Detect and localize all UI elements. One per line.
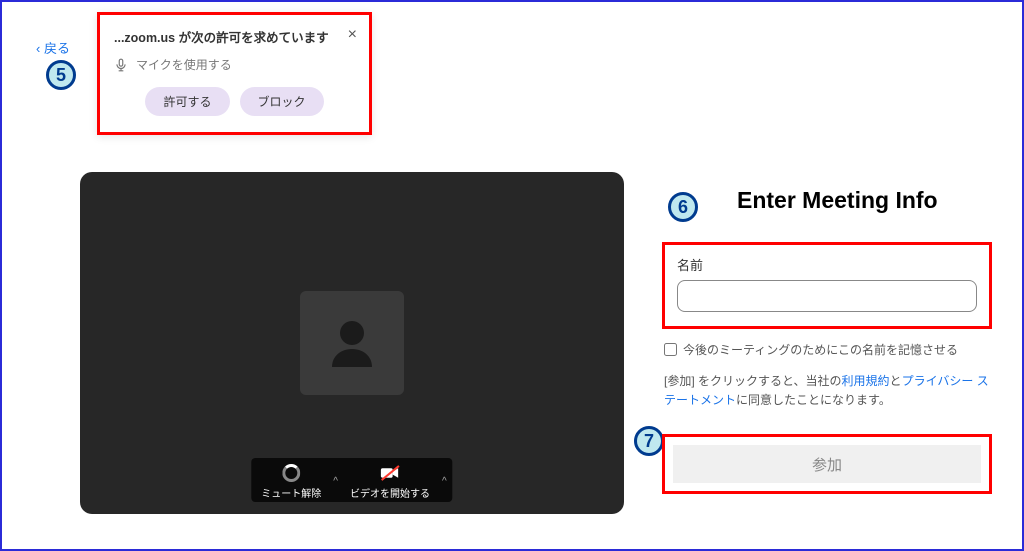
start-video-label: ビデオを開始する xyxy=(350,485,430,500)
meeting-info-panel: Enter Meeting Info 名前 今後のミーティングのためにこの名前を… xyxy=(662,187,992,494)
name-field-block: 名前 xyxy=(662,242,992,329)
permission-title: ...zoom.us が次の許可を求めています xyxy=(114,27,355,46)
chevron-up-icon[interactable]: ^ xyxy=(438,476,451,487)
person-icon xyxy=(320,311,384,375)
back-label: 戻る xyxy=(44,41,70,56)
step-badge-5: 5 xyxy=(46,60,76,90)
join-button[interactable]: 参加 xyxy=(673,445,981,483)
avatar-placeholder xyxy=(300,291,404,395)
back-link[interactable]: ‹ 戻る xyxy=(36,38,70,57)
video-toolbar: ミュート解除 ^ ビデオを開始する ^ xyxy=(251,458,452,502)
join-block: 参加 xyxy=(662,434,992,494)
terms-link[interactable]: 利用規約 xyxy=(842,374,890,388)
spinner-icon xyxy=(280,462,302,484)
permission-popup: × ...zoom.us が次の許可を求めています マイクを使用する 許可する … xyxy=(97,12,372,135)
remember-name-checkbox[interactable]: 今後のミーティングのためにこの名前を記憶させる xyxy=(662,341,992,358)
camera-off-icon xyxy=(379,462,401,484)
name-input[interactable] xyxy=(677,280,977,312)
remember-label: 今後のミーティングのためにこの名前を記憶させる xyxy=(683,341,958,358)
name-label: 名前 xyxy=(677,255,977,274)
video-preview: ミュート解除 ^ ビデオを開始する ^ xyxy=(80,172,624,514)
microphone-icon xyxy=(114,58,128,72)
close-icon[interactable]: × xyxy=(348,27,357,43)
mic-request-label: マイクを使用する xyxy=(136,56,232,73)
permission-buttons: 許可する ブロック xyxy=(114,87,355,116)
allow-button[interactable]: 許可する xyxy=(145,87,229,116)
step-badge-7: 7 xyxy=(634,426,664,456)
terms-text: [参加] をクリックすると、当社の利用規約とプライバシー ステートメントに同意し… xyxy=(662,372,992,410)
unmute-button[interactable]: ミュート解除 xyxy=(253,462,329,500)
remember-checkbox-input[interactable] xyxy=(664,343,677,356)
block-button[interactable]: ブロック xyxy=(240,87,324,116)
chevron-up-icon[interactable]: ^ xyxy=(329,476,342,487)
page-title: Enter Meeting Info xyxy=(737,187,992,214)
unmute-label: ミュート解除 xyxy=(261,485,321,500)
mic-request-line: マイクを使用する xyxy=(114,56,355,73)
start-video-button[interactable]: ビデオを開始する xyxy=(342,462,438,500)
